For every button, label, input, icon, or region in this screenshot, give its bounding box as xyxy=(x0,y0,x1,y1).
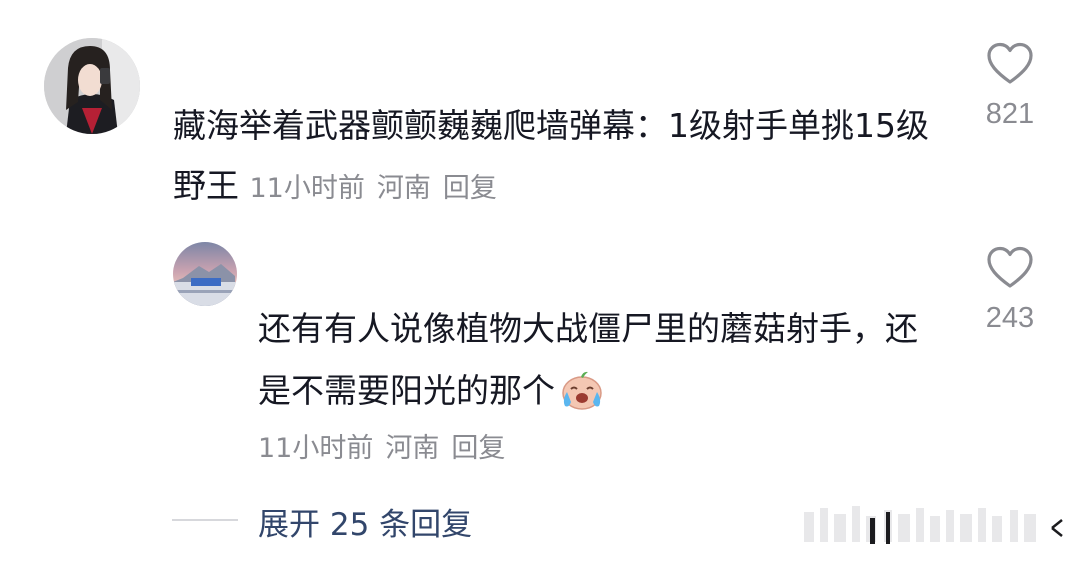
heart-outline-icon[interactable] xyxy=(986,42,1034,86)
comment-meta: 11小时前 河南 回复 xyxy=(250,173,497,204)
comment-body: 藏海举着武器颤颤巍巍爬墙弹幕：1级射手单挑15级野王 11小时前 河南 回复 xyxy=(173,96,933,219)
reply-time: 11小时前 xyxy=(258,433,374,464)
reply-reply-button[interactable]: 回复 xyxy=(451,433,505,464)
reply-body: 还有有人说像植物大战僵尸里的蘑菇射手，还是不需要阳光的那个 xyxy=(258,298,918,432)
avatar-photo xyxy=(44,38,140,134)
watermark-logo xyxy=(804,506,1063,544)
avatar[interactable] xyxy=(44,38,140,134)
expand-replies-link[interactable]: 展开 25 条回复 xyxy=(258,499,472,544)
comment-time: 11小时前 xyxy=(249,173,365,204)
comment-like: 821 xyxy=(970,42,1050,131)
avatar-photo xyxy=(173,242,237,306)
crying-face-icon xyxy=(559,368,605,432)
comment-location: 河南 xyxy=(376,173,431,204)
like-count: 243 xyxy=(985,302,1035,334)
reply-location: 河南 xyxy=(385,433,440,464)
reply-avatar[interactable] xyxy=(173,242,237,306)
heart-outline-icon[interactable] xyxy=(986,246,1034,290)
comment-reply-button[interactable]: 回复 xyxy=(443,173,497,204)
reply-like: 243 xyxy=(970,246,1050,335)
like-count: 821 xyxy=(985,98,1035,130)
reply-meta: 11小时前 河南 回复 xyxy=(258,426,505,465)
divider xyxy=(172,519,238,521)
